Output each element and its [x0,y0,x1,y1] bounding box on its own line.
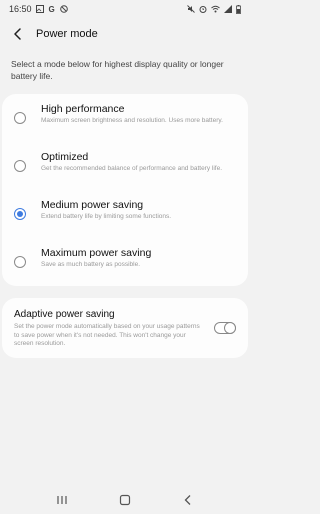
mute-icon [187,5,195,13]
recents-icon [57,496,67,504]
app-bar: Power mode [0,20,250,48]
status-bar: 16:50 G [0,0,250,18]
radio-button[interactable] [14,160,26,172]
radio-button[interactable] [14,112,26,124]
mode-text: Medium power saving Extend battery life … [41,197,171,222]
adaptive-subtitle: Set the power mode automatically based o… [14,323,200,347]
mode-option-maximum-power-saving[interactable]: Maximum power saving Save as much batter… [2,238,248,286]
recents-button[interactable] [52,492,72,508]
g-icon: G [48,5,54,13]
adaptive-title: Adaptive power saving [14,309,115,320]
battery-icon [236,4,241,14]
image-icon [35,5,44,13]
mode-title: High performance [41,103,125,115]
mode-subtitle: Get the recommended balance of performan… [41,165,223,172]
radio-button-checked[interactable] [14,208,26,220]
adaptive-power-saving-row[interactable]: Adaptive power saving Set the power mode… [2,298,248,358]
home-icon [119,494,131,506]
radio-button[interactable] [14,256,26,268]
chevron-left-icon [14,28,21,40]
wifi-icon [211,5,220,13]
mode-subtitle: Save as much battery as possible. [41,261,140,268]
mode-subtitle: Extend battery life by limiting some fun… [41,213,172,220]
clock: 16:50 [9,4,32,14]
back-button[interactable] [10,26,26,42]
mode-subtitle: Maximum screen brightness and resolution… [41,117,223,124]
page-title: Power mode [36,28,98,40]
mode-text: High performance Maximum screen brightne… [41,101,223,126]
mode-title: Optimized [41,151,89,163]
page-description: Select a mode below for highest display … [11,59,224,81]
blocked-icon [59,5,68,13]
mode-text: Maximum power saving Save as much batter… [41,245,151,270]
power-mode-list: High performance Maximum screen brightne… [2,94,248,286]
status-left: 16:50 G [9,4,68,14]
nav-back-button[interactable] [178,492,198,508]
mode-title: Medium power saving [41,199,144,211]
mode-option-high-performance[interactable]: High performance Maximum screen brightne… [2,94,248,142]
navigation-bar [0,486,250,514]
home-button[interactable] [115,492,135,508]
svg-text:G: G [48,5,54,13]
adaptive-toggle[interactable] [214,322,236,335]
back-icon [184,495,191,505]
adaptive-text: Adaptive power saving Set the power mode… [14,308,210,349]
mode-option-optimized[interactable]: Optimized Get the recommended balance of… [2,142,248,190]
mode-option-medium-power-saving[interactable]: Medium power saving Extend battery life … [2,190,248,238]
status-right [187,4,241,14]
mode-text: Optimized Get the recommended balance of… [41,149,222,174]
signal-icon [224,5,232,13]
alarm-icon [199,6,207,13]
mode-title: Maximum power saving [41,247,152,259]
